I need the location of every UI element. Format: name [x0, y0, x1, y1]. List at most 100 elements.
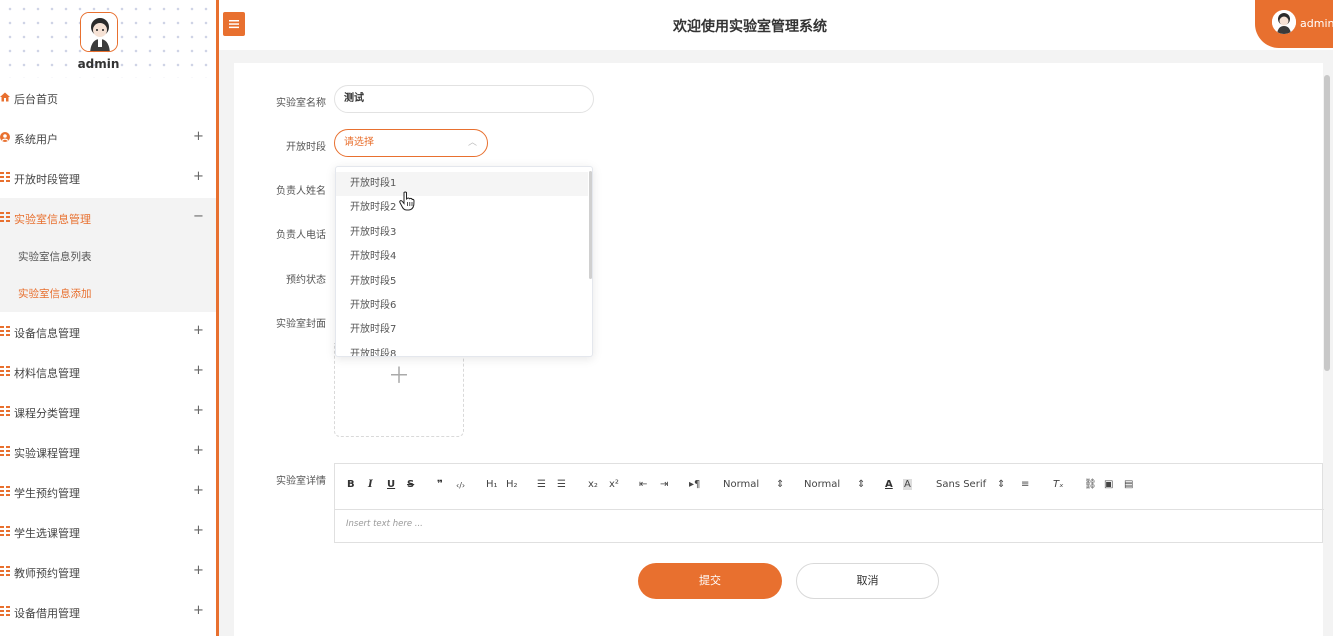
grid-icon	[0, 566, 10, 576]
sidebar-item-lab-courses[interactable]: 实验课程管理 +	[0, 432, 216, 472]
heading-2-icon[interactable]: H₂	[506, 479, 518, 490]
sidebar-item-label: 系统用户	[14, 133, 58, 146]
dropdown-option[interactable]: 开放时段8	[336, 343, 588, 356]
text-color-icon[interactable]: A	[885, 479, 893, 490]
align-icon[interactable]: ≡	[1021, 479, 1029, 490]
hand-cursor-icon	[399, 191, 415, 211]
chevron-up-icon: ︿	[467, 138, 477, 148]
strikethrough-icon[interactable]: S	[407, 479, 414, 490]
code-block-icon[interactable]: ‹/›	[456, 481, 465, 490]
submit-button[interactable]: 提交	[638, 563, 782, 599]
dropdown-option[interactable]: 开放时段7	[336, 318, 588, 342]
expand-icon[interactable]: +	[193, 403, 204, 418]
sidebar-item-student-reservations[interactable]: 学生预约管理 +	[0, 472, 216, 512]
link-icon[interactable]: ⛓	[1084, 479, 1097, 490]
sidebar-subitem-lab-add[interactable]: 实验室信息添加	[0, 275, 216, 312]
video-icon[interactable]: ▤	[1124, 479, 1133, 490]
ordered-list-icon[interactable]: ☰	[537, 479, 546, 490]
collapse-icon[interactable]: −	[193, 209, 204, 224]
outdent-icon[interactable]: ⇤	[639, 479, 647, 490]
dropdown-option[interactable]: 开放时段3	[336, 221, 588, 245]
select-arrows-icon: ⇕	[776, 479, 785, 490]
grid-icon	[0, 606, 10, 616]
sidebar-item-open-periods[interactable]: 开放时段管理 +	[0, 158, 216, 198]
dropdown-option[interactable]: 开放时段6	[336, 294, 588, 318]
expand-icon[interactable]: +	[193, 323, 204, 338]
user-icon	[0, 132, 10, 142]
subscript-icon[interactable]: x₂	[588, 479, 598, 490]
select-arrows-icon: ⇕	[997, 479, 1006, 490]
sidebar-item-home[interactable]: 后台首页	[0, 78, 216, 118]
sidebar-item-student-course-selection[interactable]: 学生选课管理 +	[0, 512, 216, 552]
grid-icon	[0, 326, 10, 336]
expand-icon[interactable]: +	[193, 523, 204, 538]
clear-format-icon[interactable]: Tₓ	[1053, 479, 1064, 490]
user-menu[interactable]: admin	[1255, 0, 1333, 48]
lab-name-input[interactable]: 测试	[334, 85, 594, 113]
dropdown-option[interactable]: 开放时段4	[336, 245, 588, 269]
sidebar-item-course-categories[interactable]: 课程分类管理 +	[0, 392, 216, 432]
open-period-dropdown: 开放时段1 开放时段2 开放时段3 开放时段4 开放时段5 开放时段6 开放时段…	[335, 166, 593, 357]
dropdown-option[interactable]: 开放时段2	[336, 196, 588, 220]
top-header: 欢迎使用实验室管理系统 admin	[219, 0, 1333, 50]
page-scrollbar-thumb[interactable]	[1324, 75, 1330, 371]
grid-icon	[0, 526, 10, 536]
grid-icon	[0, 446, 10, 456]
superscript-icon[interactable]: x²	[609, 479, 619, 490]
expand-icon[interactable]: +	[193, 443, 204, 458]
profile-panel: admin	[0, 0, 216, 78]
expand-icon[interactable]: +	[193, 563, 204, 578]
text-direction-icon[interactable]: ▸¶	[689, 479, 700, 490]
bold-icon[interactable]: B	[347, 479, 355, 490]
page-title: 欢迎使用实验室管理系统	[673, 19, 827, 35]
image-icon[interactable]: ▣	[1104, 479, 1113, 490]
expand-icon[interactable]: +	[193, 363, 204, 378]
blockquote-icon[interactable]: ❞	[437, 479, 443, 490]
expand-icon[interactable]: +	[193, 129, 204, 144]
header-username: admin	[1300, 17, 1333, 30]
bullet-list-icon[interactable]: ☰	[557, 479, 566, 490]
sidebar-item-label: 课程分类管理	[14, 407, 80, 420]
avatar[interactable]	[80, 12, 118, 52]
sidebar-item-teacher-reservations[interactable]: 教师预约管理 +	[0, 552, 216, 592]
expand-icon[interactable]: +	[193, 169, 204, 184]
avatar-image	[81, 13, 117, 51]
grid-icon	[0, 212, 10, 222]
lab-detail-label: 实验室详情	[276, 476, 326, 487]
size-select[interactable]: Normal	[804, 479, 840, 490]
sidebar-item-label: 开放时段管理	[14, 173, 80, 186]
dropdown-option[interactable]: 开放时段5	[336, 270, 588, 294]
expand-icon[interactable]: +	[193, 603, 204, 618]
background-color-icon[interactable]: A	[903, 479, 912, 490]
select-arrows-icon: ⇕	[857, 479, 866, 490]
expand-icon[interactable]: +	[193, 483, 204, 498]
sidebar-item-label: 设备借用管理	[14, 607, 80, 620]
dropdown-scrollbar[interactable]	[589, 171, 592, 279]
sidebar-item-system-users[interactable]: 系统用户 +	[0, 118, 216, 158]
open-period-placeholder: 请选择	[344, 137, 374, 148]
underline-icon[interactable]: U	[387, 479, 395, 490]
sidebar: admin 后台首页 系统用户 + 开放时段管理 + 实验室信息管理 − 实验室…	[0, 0, 216, 636]
cancel-button[interactable]: 取消	[796, 563, 939, 599]
sidebar-item-label: 材料信息管理	[14, 367, 80, 380]
sidebar-item-equipment-borrowing[interactable]: 设备借用管理 +	[0, 592, 216, 632]
sidebar-item-lab-info[interactable]: 实验室信息管理 −	[0, 198, 216, 238]
rich-text-editor: B I U S ❞ ‹/› H₁ H₂ ☰ ☰ x₂ x² ⇤ ⇥ ▸¶ Nor…	[334, 463, 1324, 543]
heading-1-icon[interactable]: H₁	[486, 479, 498, 490]
grid-icon	[0, 406, 10, 416]
italic-icon[interactable]: I	[368, 479, 373, 490]
home-icon	[0, 92, 10, 102]
sidebar-item-label: 实验课程管理	[14, 447, 80, 460]
grid-icon	[0, 366, 10, 376]
font-select[interactable]: Sans Serif	[936, 479, 986, 490]
dropdown-option[interactable]: 开放时段1	[336, 172, 588, 197]
open-period-select[interactable]: 请选择 ︿	[334, 129, 488, 157]
sidebar-item-label: 学生选课管理	[14, 527, 80, 540]
sidebar-item-materials[interactable]: 材料信息管理 +	[0, 352, 216, 392]
sidebar-subitem-lab-list[interactable]: 实验室信息列表	[0, 238, 216, 275]
indent-icon[interactable]: ⇥	[660, 479, 668, 490]
sidebar-item-label: 设备信息管理	[14, 327, 80, 340]
sidebar-item-equipment[interactable]: 设备信息管理 +	[0, 312, 216, 352]
header-select[interactable]: Normal	[723, 479, 759, 490]
sidebar-menu: 后台首页 系统用户 + 开放时段管理 + 实验室信息管理 − 实验室信息列表 实…	[0, 78, 216, 632]
